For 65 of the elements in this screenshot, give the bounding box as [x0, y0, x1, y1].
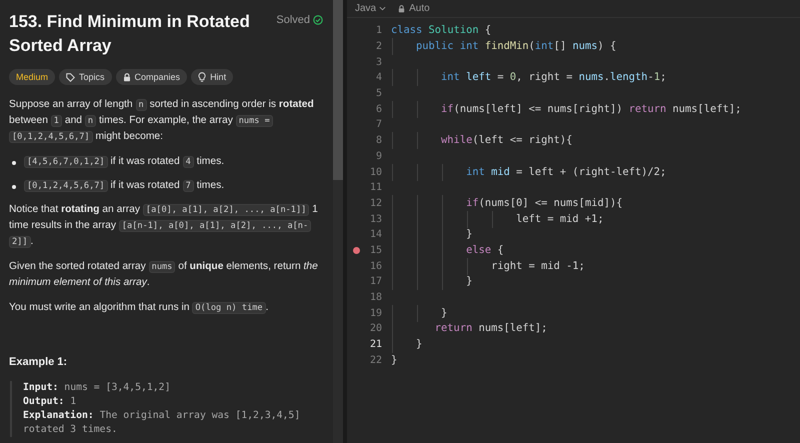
companies-button[interactable]: Companies	[116, 69, 188, 85]
lock-icon	[398, 4, 406, 12]
lock-icon	[122, 72, 131, 82]
line-number: 12	[370, 198, 382, 209]
solved-status: Solved	[276, 14, 310, 26]
description-paragraph: You must write an algorithm that runs in O(log n) time .	[9, 301, 270, 316]
code-line: public int findMin(int[] nums) {	[391, 39, 616, 54]
line-number: 8	[376, 135, 382, 146]
line-number: 3	[376, 56, 382, 68]
line-number: 5	[376, 88, 382, 100]
description-paragraph: Given the sorted rotated array nums of unique elements, return the minimum element of this array.	[9, 260, 319, 290]
topics-button[interactable]: Topics	[59, 69, 112, 85]
line-number: 11	[370, 182, 382, 194]
line-number: 21	[370, 339, 382, 350]
bullet-dot	[12, 161, 16, 165]
line-number: 20	[370, 323, 382, 334]
line-number: 22	[370, 354, 382, 366]
bullet-text: [4,5,6,7,0,1,2] if it was rotated 4 times.	[24, 154, 321, 170]
line-number: 6	[376, 104, 382, 115]
example-line: Output: 1	[23, 395, 78, 409]
line-number: 16	[370, 260, 382, 272]
line-number: 13	[370, 214, 382, 225]
problem-title: 153. Find Minimum in Rotated Sorted Array	[9, 11, 251, 57]
example-line: Explanation: The original array was [1,2,3,4,5] rotated 3 times.	[23, 409, 302, 437]
chevron-down-icon	[379, 6, 386, 11]
code-line: class Solution {	[391, 23, 492, 38]
code-line: return nums[left];	[391, 321, 548, 336]
example-line: Input: nums = [3,4,5,1,2]	[23, 381, 172, 395]
bullet-text: [0,1,2,4,5,6,7] if it was rotated 7 times.	[24, 178, 321, 194]
breakpoint-dot[interactable]	[353, 246, 360, 254]
line-number: 9	[376, 150, 382, 162]
line-number: 10	[370, 166, 382, 178]
difficulty-badge: Medium	[9, 69, 56, 85]
line-number: 2	[376, 41, 382, 52]
code-line: if(nums[0] <= nums[mid]){	[391, 196, 622, 211]
hint-button[interactable]: Hint	[191, 69, 234, 85]
line-number: 7	[376, 119, 382, 130]
line-number: 1	[376, 25, 382, 36]
line-number: 17	[370, 276, 382, 288]
code-line: }	[391, 274, 472, 290]
bullet-dot	[12, 185, 16, 189]
description-paragraph: Suppose an array of length n sorted in ascending order is rotated between 1 and n times. For example, the array nums = [0,1,2,4,5,6,7] might become:	[9, 98, 315, 145]
line-number: 14	[370, 229, 382, 240]
description-paragraph: Notice that rotating an array [a[0], a[1], a[2], ..., a[n-1]] 1 time results in the array [a[n-1], a[0], a[1], a[2], ..., a[n-2]] .	[9, 203, 319, 250]
code-line: int mid = left + (right-left)/2;	[391, 164, 666, 180]
tag-icon	[66, 72, 76, 82]
code-line: right = mid -1;	[391, 258, 585, 274]
code-line: }	[391, 306, 448, 321]
lightbulb-icon	[198, 72, 206, 82]
code-line: int left = 0, right = nums.length-1;	[391, 70, 666, 86]
code-line: else {	[391, 242, 504, 258]
line-number: 18	[370, 292, 382, 304]
line-number: 19	[370, 308, 382, 319]
scrollbar-thumb[interactable]	[333, 0, 343, 180]
example-title: Example 1:	[9, 356, 68, 368]
code-line: }	[391, 337, 422, 352]
line-number: 4	[376, 72, 382, 84]
code-line: while(left <= right){	[391, 133, 572, 148]
auto-mode-button[interactable]: Auto	[398, 3, 430, 14]
code-line: }	[391, 227, 472, 242]
code-line: if(nums[left] <= nums[right]) return nums[left];	[391, 102, 742, 117]
language-selector[interactable]: Java	[355, 3, 386, 14]
code-line: }	[391, 352, 398, 368]
code-line: left = mid +1;	[391, 212, 604, 227]
line-number: 15	[370, 244, 382, 256]
